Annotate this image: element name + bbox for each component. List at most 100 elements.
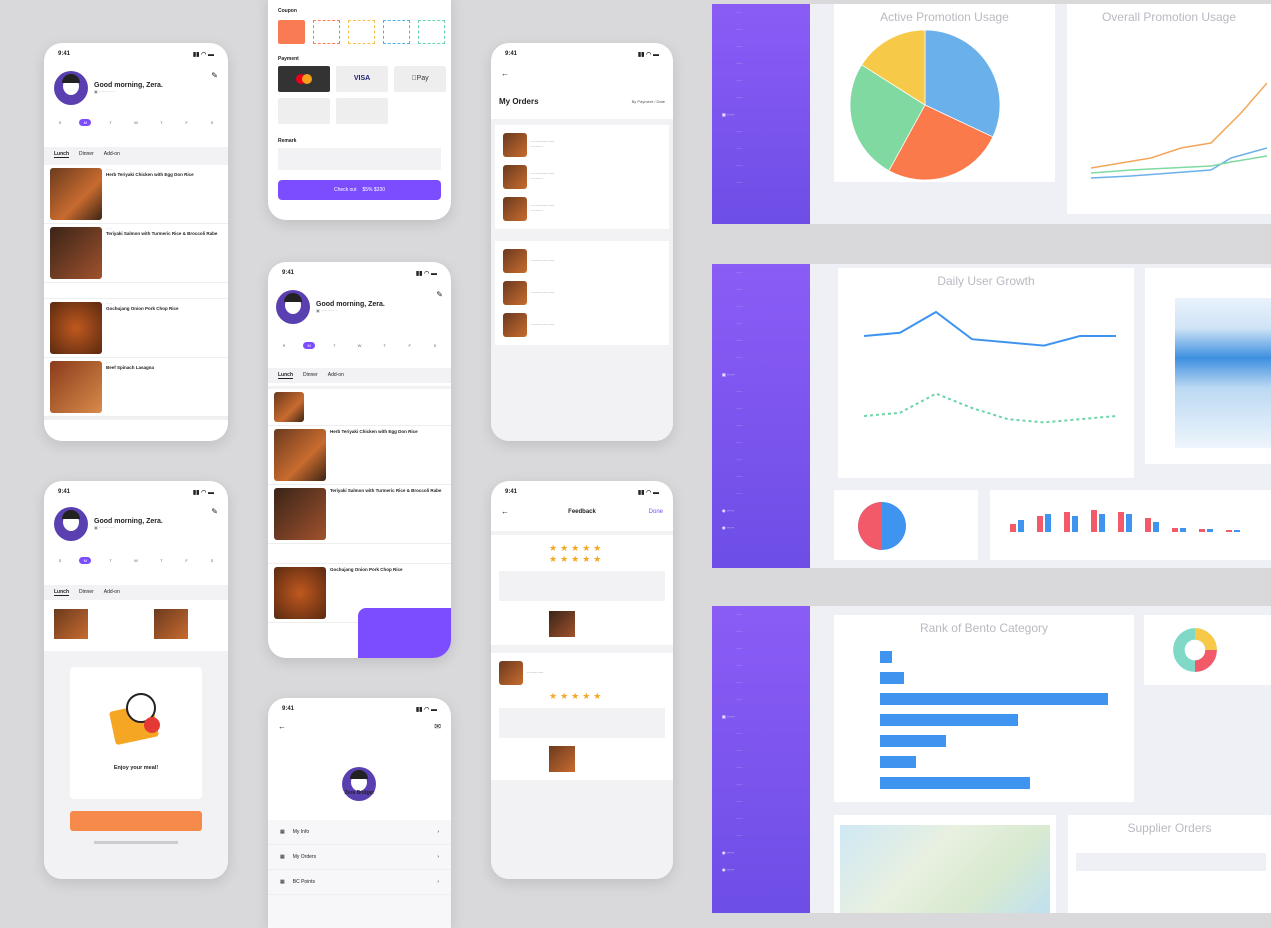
apple-pay-option[interactable]: Pay [394,66,446,92]
payment-options[interactable]: VISA Pay [278,66,446,124]
tab-dinner[interactable]: Dinner [79,589,94,596]
sort-filter[interactable]: By Payment / Date [632,99,665,104]
done-button[interactable]: Done [649,509,663,515]
menu-my-info[interactable]: ▦ My Info › [268,820,451,845]
avatar[interactable] [54,71,88,105]
payment-label: Payment [278,56,299,62]
heatmap-card [1145,268,1271,464]
list-item[interactable]: ····· Teriyaki Salmon with Turmeric Rice … [44,224,228,283]
rating-stars[interactable]: ★★★★★ [549,691,665,702]
day[interactable]: S [206,119,218,126]
bar [1045,514,1051,532]
greeting: Good morning, Zera. [94,518,163,525]
sidebar-menu[interactable]: ····· ····· ····· ····· ····· ····· ▣ ······ ··… [712,4,810,224]
edit-icon[interactable]: ✎ [211,507,218,516]
comment-box[interactable] [499,708,665,738]
bar [1145,518,1151,532]
list-item[interactable]: Teriyaki Salmon with Turmeric Rice & Bro… [268,485,451,544]
card-title: Active Promotion Usage [880,10,1009,24]
phone-home-cart: 9:41 ▮▮ ◠ ▬ Good morning, Zera. ▣ ········… [268,262,451,658]
greeting: Good morning, Zera. [94,82,163,89]
tab-add-on[interactable]: Add-on [104,589,120,596]
rating-stars[interactable]: ★★★★★ [549,554,665,565]
tab-dinner[interactable]: Dinner [303,372,318,379]
list-item[interactable]: ····· Beef Spinach Lasagna [44,358,228,417]
check-out-button[interactable]: Check out $5% $330 [278,180,441,200]
bar [1126,514,1132,532]
supplier-orders-card: Supplier Orders [1068,815,1271,913]
card-title: Rank of Bento Category [919,621,1049,635]
tab-lunch[interactable]: Lunch [54,589,69,596]
bar [880,714,1018,726]
day[interactable]: F [181,119,193,126]
coupon-list[interactable] [278,20,445,44]
bar [1037,516,1043,532]
back-icon[interactable]: ← [501,69,509,78]
rating-stars[interactable]: ★★★★★ [549,543,665,554]
bar [1018,520,1024,532]
avatar[interactable] [276,290,310,324]
menu-bc-points[interactable]: ▦ BC Points › [268,870,451,895]
user-name: Zera Bridger [344,790,375,796]
series-line [864,392,1117,424]
enjoy-card: Enjoy your meal! [70,667,202,799]
overall-promo-card: Overall Promotion Usage [1067,4,1271,214]
phone-profile: 9:41 ▮▮ ◠ ▬ ← ✉ Zera Bridger ▦ My Info › ▦ M… [268,698,451,928]
page-title: Feedback [568,509,596,515]
day[interactable]: W [130,119,142,126]
list-item[interactable]: ····· Gochujang Onion Pork Chop Rice [44,299,228,358]
bar [1199,529,1205,532]
sidebar-menu[interactable]: ····· ····· ····· ····· ····· ····· ▣ ······ ··… [712,264,810,568]
day[interactable]: S [54,119,66,126]
order-item[interactable]: ···················· ·········· [495,193,669,225]
page-title: My Orders [499,97,539,106]
edit-icon[interactable]: ✎ [211,71,218,80]
remark-input[interactable] [278,148,441,170]
order-item[interactable]: ···················· [495,245,669,277]
tab-add-on[interactable]: Add-on [104,151,120,158]
bar [1207,529,1213,532]
gender-card [834,490,978,560]
coupon-label: Coupon [278,8,297,14]
day-selector[interactable]: SMTWTFS [44,119,228,126]
bar [1010,524,1016,532]
menu-my-orders[interactable]: ▦ My Orders › [268,845,451,870]
cart-summary[interactable] [358,608,451,658]
mastercard-icon[interactable] [278,66,330,92]
order-item[interactable]: ···················· ·········· [495,129,669,161]
map-card[interactable] [834,815,1056,913]
phone-home-lunch: 9:41 ▮▮ ◠ ▬ Good morning, Zera. ▣ ········… [44,43,228,441]
day-selector[interactable]: SMTWTFS [44,557,228,564]
comment-box[interactable] [499,571,665,601]
order-item[interactable]: ···················· [495,277,669,309]
illustration-icon [108,687,164,747]
tab-dinner[interactable]: Dinner [79,151,94,158]
bar [1118,512,1124,532]
avatar[interactable] [54,507,88,541]
phone-my-orders: 9:41 ▮▮ ◠ ▬ ← My Orders By Payment / Date… [491,43,673,441]
visa-option[interactable]: VISA [336,66,388,92]
back-icon[interactable]: ← [278,722,286,731]
donut-card [1144,615,1271,685]
day[interactable]: T [155,119,167,126]
phone-checkout: Coupon Payment VISA Pay Remark Check ou… [268,0,451,220]
order-item[interactable]: ···················· ·········· [495,161,669,193]
card-title: Supplier Orders [1127,821,1212,835]
order-item[interactable]: ···················· [495,309,669,341]
day[interactable]: T [105,119,117,126]
tab-add-on[interactable]: Add-on [328,372,344,379]
tab-lunch[interactable]: Lunch [278,372,293,379]
daily-growth-card: Daily User Growth [838,268,1134,478]
day[interactable]: M [79,119,92,126]
bar [1234,530,1240,532]
card-title: Daily User Growth [937,274,1035,288]
list-item[interactable]: Herb Teriyaki Chicken with Egg Don Rice [268,426,451,485]
orange-button[interactable] [70,811,202,831]
bar [1172,528,1178,532]
edit-icon[interactable]: ✎ [436,290,443,299]
list-item[interactable]: ····· Herb Teriyaki Chicken with Egg Don … [44,165,228,224]
series-line [864,310,1116,347]
message-icon[interactable]: ✉ [434,722,441,731]
tab-lunch[interactable]: Lunch [54,151,69,158]
sidebar-menu[interactable]: ····· ····· ····· ····· ····· ····· ▣ ······ ··… [712,606,810,913]
